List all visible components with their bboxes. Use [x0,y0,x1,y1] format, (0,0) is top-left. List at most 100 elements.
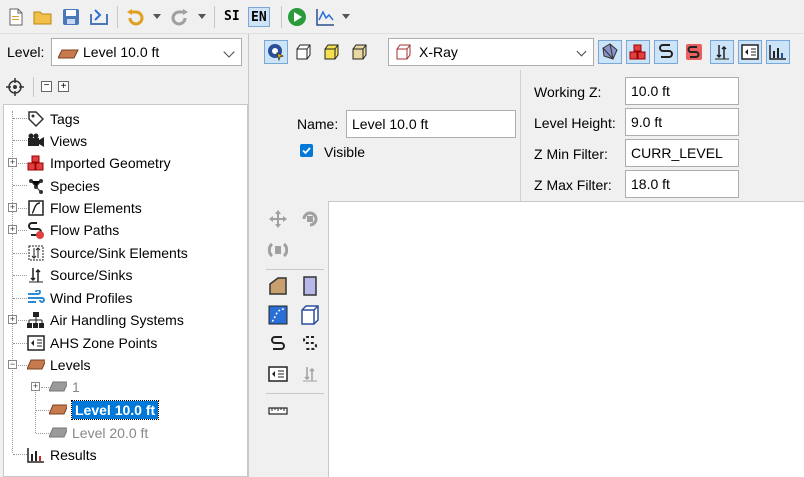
drawing-tool-palette [262,201,328,477]
camera-icon [27,132,45,150]
draw-flow-path-icon[interactable] [266,332,290,356]
tree-item-level-10[interactable]: Level 10.0 ft [49,399,160,421]
box-yellow-icon[interactable] [320,40,344,64]
z-max-filter-field[interactable]: 18.0 ft [625,170,739,198]
tree-guide-line [13,140,27,141]
expand-toggle[interactable]: + [8,315,17,324]
open-folder-icon[interactable] [32,6,54,28]
tree-guide-line [36,410,49,411]
tree-item-label: Imported Geometry [50,155,171,171]
rotate-icon[interactable] [298,207,322,231]
level-height-label: Level Height: [534,115,616,131]
results-chart-icon[interactable] [314,6,336,28]
redo-dropdown-icon[interactable] [198,14,206,19]
undo-dropdown-icon[interactable] [153,14,161,19]
polygon-layer-icon[interactable] [598,40,622,64]
tree-item-source-sinks[interactable]: Source/Sinks [27,264,132,286]
tree-item-imported-geometry[interactable]: Imported Geometry [27,152,171,174]
palette-separator [266,269,324,270]
level-icon [49,424,67,442]
flow-path-layer-icon[interactable] [654,40,678,64]
draw-duct-path-icon[interactable] [298,332,322,356]
tree-item-label: Levels [50,357,91,373]
tree-item-label: Level 20.0 ft [72,425,149,441]
export-icon[interactable] [88,6,110,28]
tree-item-wind-profiles[interactable]: Wind Profiles [27,287,132,309]
collapse-all-icon[interactable]: − [41,81,52,92]
flow-path-red-icon[interactable] [682,40,706,64]
undo-icon[interactable] [124,6,146,28]
imported-geometry-icon [27,154,45,172]
new-file-icon[interactable] [5,6,27,28]
results-layer-icon[interactable] [766,40,790,64]
working-z-field[interactable]: 10.0 ft [625,77,739,105]
tree-item-tags[interactable]: Tags [27,108,80,130]
pan-icon[interactable] [266,207,290,231]
results-dropdown-icon[interactable] [342,14,350,19]
level-icon [27,356,45,374]
expand-all-icon[interactable]: + [58,81,69,92]
box-solid-icon[interactable] [348,40,372,64]
collapse-toggle[interactable]: − [8,360,17,369]
tree-item-results[interactable]: Results [27,444,97,466]
chevron-down-icon [223,46,235,58]
tree-item-air-handling-systems[interactable]: Air Handling Systems [27,309,184,331]
expand-toggle[interactable]: + [8,158,17,167]
measure-ruler-icon[interactable] [266,399,290,423]
bar-chart-icon [27,446,45,464]
tree-item-species[interactable]: Species [27,175,100,197]
visible-checkbox[interactable] [300,144,313,157]
tree-item-label: Views [50,133,88,149]
geometry-layer-icon[interactable] [626,40,650,64]
draw-ahs-zone-point-icon[interactable] [266,362,290,386]
run-simulation-icon[interactable] [286,6,308,28]
tree-item-views[interactable]: Views [27,130,87,152]
visible-label: Visible [324,144,365,160]
tree-item-label: Species [50,178,100,194]
view-mode-select[interactable]: X-Ray [388,38,594,66]
level-height-field[interactable]: 9.0 ft [625,108,739,136]
flow-element-icon [27,199,45,217]
expand-toggle[interactable]: + [8,203,17,212]
locate-icon[interactable] [6,78,24,96]
level-icon [49,401,67,419]
properties-divider [520,70,521,201]
draw-wall-icon[interactable] [298,274,322,298]
main-toolbar: SI EN [0,0,804,34]
expand-toggle[interactable]: + [31,382,40,391]
drawing-canvas[interactable] [328,201,804,477]
tree-item-ahs-zone-points[interactable]: AHS Zone Points [27,332,157,354]
tree-item-label: Source/Sink Elements [50,245,188,261]
draw-source-sink-icon[interactable] [298,362,322,386]
tree-item-level-1[interactable]: 1 [49,376,80,398]
expand-toggle[interactable]: + [8,225,17,234]
level-select[interactable]: Level 10.0 ft [51,38,242,66]
tree-item-flow-paths[interactable]: Flow Paths [27,219,119,241]
si-units-button[interactable]: SI [222,7,242,27]
tree-item-label: 1 [72,379,80,395]
source-sink-layer-icon[interactable] [710,40,734,64]
tree-guide-line [36,433,49,434]
project-tree: Tags Views + Imported Geometry Species +… [3,104,248,477]
save-icon[interactable] [60,6,82,28]
orbit-icon[interactable] [266,238,290,262]
tree-item-level-20[interactable]: Level 20.0 ft [49,422,148,444]
tree-guide-line [13,253,27,254]
draw-zone-icon[interactable] [266,274,290,298]
en-units-button[interactable]: EN [248,7,270,27]
flow-path-icon [27,221,45,239]
tree-guide-line [13,185,27,186]
draw-opening-icon[interactable] [298,303,322,327]
tree-item-source-sink-elements[interactable]: Source/Sink Elements [27,242,188,264]
name-field[interactable]: Level 10.0 ft [346,110,516,138]
box-view-icon[interactable] [292,40,316,64]
ahs-zone-layer-icon[interactable] [738,40,762,64]
tree-item-levels[interactable]: Levels [27,354,90,376]
select-tool-icon[interactable] [264,40,288,64]
z-min-filter-label: Z Min Filter: [534,146,608,162]
tree-item-flow-elements[interactable]: Flow Elements [27,197,142,219]
wind-icon [27,289,45,307]
draw-flow-element-icon[interactable] [266,303,290,327]
z-min-filter-field[interactable]: CURR_LEVEL [625,139,739,167]
redo-icon[interactable] [169,6,191,28]
